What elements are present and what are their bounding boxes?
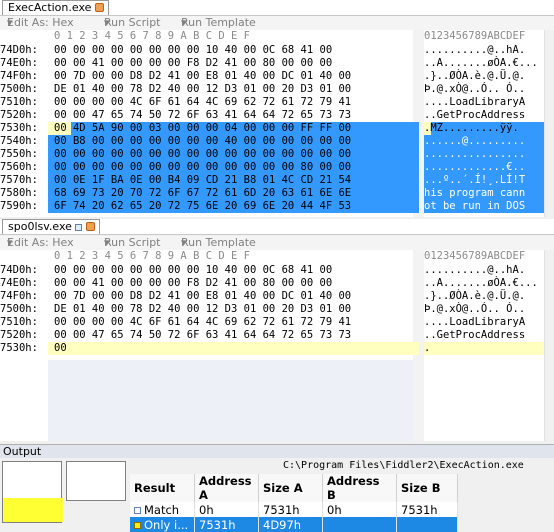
column-header: 0 1 2 3 4 5 6 7 8 9 A B C D E F 01234567… <box>54 250 526 262</box>
column-header[interactable]: Address A <box>194 474 259 502</box>
column-header[interactable]: Result <box>130 474 195 502</box>
hex-editor-bottom[interactable]: 0 1 2 3 4 5 6 7 8 9 A B C D E F 01234567… <box>0 250 554 441</box>
hex-row[interactable]: 74D0h: 00 00 00 00 00 00 00 00 10 40 00 … <box>0 44 554 57</box>
match-icon <box>134 506 141 514</box>
close-icon[interactable] <box>95 3 105 12</box>
run-template-dropdown[interactable]: Run Template ▾ <box>181 236 256 250</box>
hex-row-selected[interactable]: 7570h: 00 0E 1F BA 0E 00 B4 09 CD 21 B8 … <box>0 174 554 187</box>
column-header: 0 1 2 3 4 5 6 7 8 9 A B C D E F 01234567… <box>54 30 526 42</box>
tab-label: spo0lsv.exe <box>8 220 72 233</box>
hex-row[interactable]: 7500h: DE 01 40 00 78 D2 40 00 12 D3 01 … <box>0 303 554 316</box>
hex-row[interactable]: 74F0h: 00 7D 00 00 D8 D2 41 00 E8 01 40 … <box>0 290 554 303</box>
hex-row[interactable]: 7510h: 00 00 00 00 4C 6F 61 64 4C 69 62 … <box>0 96 554 109</box>
tab-execaction[interactable]: ExecAction.exe <box>2 0 110 15</box>
top-toolbar: ⁞ Edit As: Hex ▾ Run Script ▾ Run Templa… <box>0 16 554 30</box>
hex-row-selected[interactable]: 7550h: 00 00 00 00 00 00 00 00 00 00 00 … <box>0 148 554 161</box>
hex-row[interactable]: 74E0h: 00 00 41 00 00 00 00 F8 D2 41 00 … <box>0 277 554 290</box>
column-header[interactable]: Size B <box>396 474 458 502</box>
hex-editor-top[interactable]: 0 1 2 3 4 5 6 7 8 9 A B C D E F 01234567… <box>0 30 554 217</box>
hex-row-selected[interactable]: 7590h: 6F 74 20 62 65 20 72 75 6E 20 69 … <box>0 200 554 213</box>
hex-row[interactable]: 7510h: 00 00 00 00 4C 6F 61 64 4C 69 62 … <box>0 316 554 329</box>
close-icon[interactable] <box>85 222 95 231</box>
edit-as-dropdown[interactable]: ⁞ Edit As: Hex ▾ <box>7 236 74 250</box>
table-header-row: Result Address A Size A Address B Size B <box>130 474 458 502</box>
hex-row[interactable]: 7520h: 00 00 47 65 74 50 72 6F 63 41 64 … <box>0 329 554 342</box>
table-row[interactable]: Match 0h 7531h 0h 7531h <box>130 502 458 517</box>
run-script-dropdown[interactable]: Run Script ▾ <box>104 16 161 30</box>
bottom-toolbar: ⁞ Edit As: Hex ▾ Run Script ▾ Run Templa… <box>0 236 554 250</box>
hex-row-selected[interactable]: 7580h: 68 69 73 20 70 72 6F 67 72 61 6D … <box>0 187 554 200</box>
hex-row-highlighted[interactable]: 7530h: 00 . <box>0 342 554 355</box>
edit-as-dropdown[interactable]: ⁞ Edit As: Hex ▾ <box>7 16 74 30</box>
lock-icon <box>74 224 82 231</box>
run-template-dropdown[interactable]: Run Template ▾ <box>181 16 256 30</box>
empty-area <box>48 360 413 441</box>
tab-label: ExecAction.exe <box>8 1 92 14</box>
top-tabbar: ExecAction.exe <box>0 0 554 16</box>
hex-row[interactable]: 74D0h: 00 00 00 00 00 00 00 00 10 40 00 … <box>0 264 554 277</box>
hex-row-selected[interactable]: 7560h: 00 00 00 00 00 00 00 00 00 00 00 … <box>0 161 554 174</box>
tab-spo0lsv[interactable]: spo0lsv.exe <box>2 219 100 234</box>
column-header[interactable]: Size A <box>258 474 323 502</box>
only-in-icon <box>134 521 141 529</box>
hex-row[interactable]: 74F0h: 00 7D 00 00 D8 D2 41 00 E8 01 40 … <box>0 70 554 83</box>
bottom-tabbar: spo0lsv.exe <box>0 219 554 235</box>
hex-row-selected[interactable]: 7530h: 00 4D 5A 90 00 03 00 00 00 04 00 … <box>0 122 554 135</box>
output-panel-header: Output <box>0 444 554 458</box>
hex-row[interactable]: 7520h: 00 00 47 65 74 50 72 6F 63 41 64 … <box>0 109 554 122</box>
column-header[interactable]: Address B <box>322 474 397 502</box>
run-script-dropdown[interactable]: Run Script ▾ <box>104 236 161 250</box>
compare-results-table: Result Address A Size A Address B Size B… <box>130 474 458 532</box>
thumbnail-diff-band <box>3 498 63 522</box>
hex-row[interactable]: 74E0h: 00 00 41 00 00 00 00 F8 D2 41 00 … <box>0 57 554 70</box>
hex-row[interactable]: 7500h: DE 01 40 00 78 D2 40 00 12 D3 01 … <box>0 83 554 96</box>
hex-row-selected[interactable]: 7540h: 00 B8 00 00 00 00 00 00 00 40 00 … <box>0 135 554 148</box>
compare-thumbnail-b[interactable] <box>66 461 126 501</box>
compare-thumbnail-a[interactable] <box>2 461 63 523</box>
compare-file-path: C:\Program Files\Fiddler2\ExecAction.exe <box>283 460 524 471</box>
